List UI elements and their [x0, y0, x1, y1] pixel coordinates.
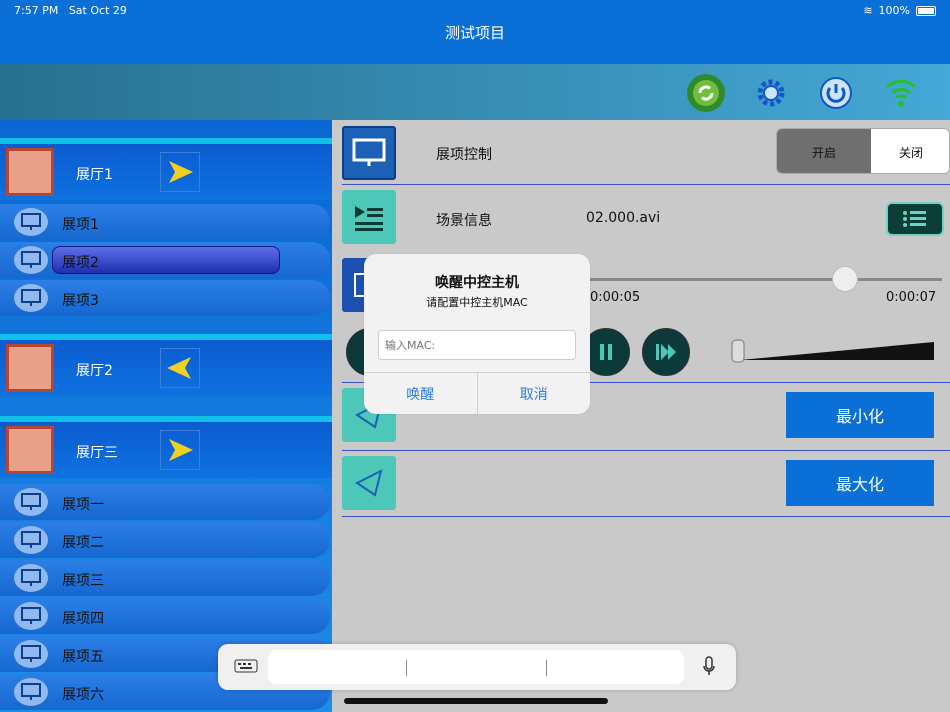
item-label: 展项五	[62, 649, 104, 665]
item-label: 展项六	[62, 687, 104, 703]
arrow-left-icon[interactable]	[160, 348, 200, 388]
minimize-button[interactable]: 最小化	[786, 392, 934, 438]
divider	[342, 184, 950, 185]
monitor-icon	[14, 564, 48, 592]
hall-label: 展厅1	[76, 167, 113, 183]
monitor-icon	[14, 602, 48, 630]
maximize-button[interactable]: 最大化	[786, 460, 934, 506]
current-time: 0:00:05	[590, 290, 641, 305]
cancel-button[interactable]: 取消	[476, 373, 591, 414]
wifi-status-icon: ≋	[863, 4, 873, 17]
hall-maze-icon	[6, 148, 54, 196]
gear-icon[interactable]	[752, 74, 790, 112]
item-label: 展项三	[62, 573, 104, 589]
monitor-icon	[14, 208, 48, 236]
dialog-actions: 唤醒 取消	[364, 372, 590, 414]
item-label: 展项二	[62, 535, 104, 551]
hall-2[interactable]: 展厅2	[0, 334, 332, 396]
progress-knob[interactable]	[832, 266, 858, 292]
volume-slider[interactable]	[730, 336, 940, 368]
status-indicators: ≋ 100%	[863, 4, 936, 17]
refresh-icon[interactable]	[687, 74, 725, 112]
divider	[546, 660, 547, 676]
list-button[interactable]	[886, 202, 944, 236]
off-segment[interactable]: 关闭	[871, 129, 949, 173]
list-item[interactable]: 展项二	[0, 522, 330, 558]
list-item[interactable]: 展项三	[0, 560, 330, 596]
list-item[interactable]: 展项四	[0, 598, 330, 634]
hall-maze-icon	[6, 344, 54, 392]
hall-maze-icon	[6, 426, 54, 474]
divider	[342, 450, 950, 451]
total-time: 0:00:07	[886, 290, 937, 305]
scene-list-icon	[342, 190, 396, 244]
monitor-icon	[14, 246, 48, 274]
wifi-icon[interactable]	[882, 74, 920, 112]
item-label: 展项2	[62, 255, 99, 271]
status-date: Sat Oct 29	[68, 4, 127, 17]
on-segment[interactable]: 开启	[777, 129, 871, 173]
mac-input[interactable]	[378, 330, 576, 360]
list-item[interactable]: 展项2	[0, 242, 330, 278]
list-item[interactable]: 展项3	[0, 280, 330, 316]
dialog-message: 请配置中控主机MAC	[426, 296, 528, 309]
microphone-icon[interactable]	[702, 656, 716, 680]
page-title: 测试项目	[444, 24, 505, 42]
control-panel: 展项控制 开启 关闭 场景信息 02.000.avi 0:00:05 0:00:…	[332, 120, 950, 712]
status-clock: 7:57 PM	[14, 4, 59, 17]
arrow-right-icon[interactable]	[160, 152, 200, 192]
exhibit-control-label: 展项控制	[436, 147, 492, 163]
suggestion-bar[interactable]	[268, 650, 684, 684]
top-bar: 7:57 PM Sat Oct 29 ≋ 100% 测试项目	[0, 0, 950, 64]
monitor-icon	[342, 126, 396, 180]
forward-button[interactable]	[642, 328, 690, 376]
hall-3[interactable]: 展厅三	[0, 416, 332, 478]
hall-1[interactable]: 展厅1	[0, 138, 332, 200]
scene-file-name: 02.000.avi	[586, 210, 661, 226]
wake-button[interactable]: 唤醒	[364, 373, 477, 414]
monitor-icon	[14, 488, 48, 516]
power-icon[interactable]	[817, 74, 855, 112]
monitor-icon	[14, 640, 48, 668]
item-label: 展项一	[62, 497, 104, 513]
wake-dialog: 唤醒中控主机 请配置中控主机MAC 唤醒 取消	[364, 254, 590, 414]
item-label: 展项1	[62, 217, 99, 233]
keyboard-accessory-bar	[218, 644, 736, 690]
dialog-title: 唤醒中控主机	[435, 275, 519, 291]
item-label: 展项3	[62, 293, 99, 309]
progress-track[interactable]	[572, 278, 942, 281]
scene-info-label: 场景信息	[436, 213, 492, 229]
hall-label: 展厅三	[76, 445, 118, 461]
divider	[342, 516, 950, 517]
item-label: 展项四	[62, 611, 104, 627]
battery-icon	[916, 5, 936, 16]
toolbar	[0, 64, 950, 120]
monitor-icon	[14, 526, 48, 554]
divider	[406, 660, 407, 676]
power-toggle[interactable]: 开启 关闭	[776, 128, 950, 174]
battery-percent: 100%	[878, 4, 910, 17]
hall-list-panel: 展厅1 展项1 展项2 展项3 展厅2 展厅三 展项一 展项二 展项三 展项四 …	[0, 120, 332, 712]
list-item[interactable]: 展项1	[0, 204, 330, 240]
monitor-icon	[14, 284, 48, 312]
hall-label: 展厅2	[76, 363, 113, 379]
status-time: 7:57 PM Sat Oct 29	[14, 4, 127, 17]
arrow-right-icon[interactable]	[160, 430, 200, 470]
home-indicator	[344, 698, 608, 704]
list-item[interactable]: 展项一	[0, 484, 330, 520]
monitor-icon	[14, 678, 48, 706]
keyboard-icon[interactable]	[234, 658, 258, 680]
maximize-send-icon	[342, 456, 396, 510]
